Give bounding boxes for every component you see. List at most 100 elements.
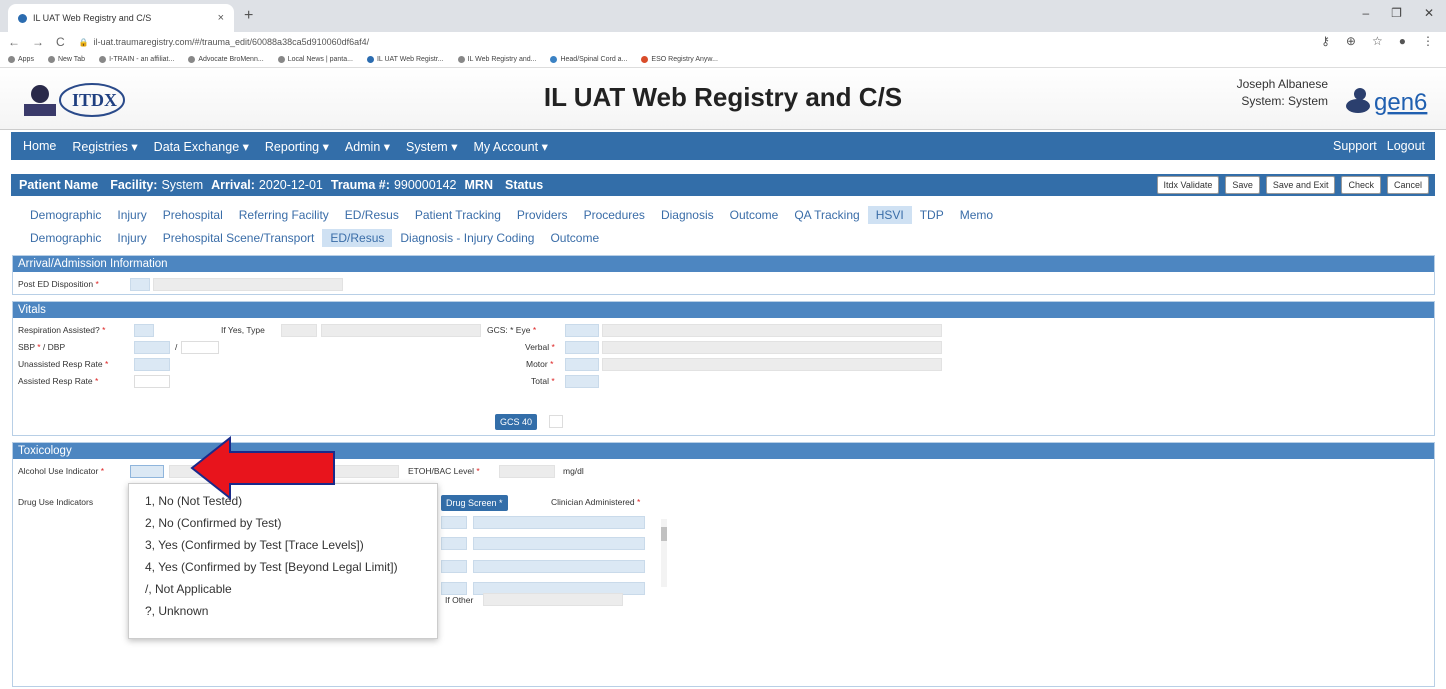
subtab-prehospital-scene[interactable]: Prehospital Scene/Transport — [155, 229, 323, 247]
etoh-bac-input[interactable] — [499, 465, 555, 478]
minimize-icon[interactable]: – — [1362, 6, 1369, 20]
if-yes-type-label: If Yes, Type — [221, 325, 265, 335]
tab-patient-tracking[interactable]: Patient Tracking — [407, 206, 509, 224]
new-tab-button[interactable]: + — [244, 7, 253, 25]
maximize-icon[interactable]: ❐ — [1391, 6, 1402, 20]
nav-my-account[interactable]: My Account ▾ — [465, 139, 555, 154]
address-bar[interactable]: 🔒 il-uat.traumaregistry.com/#/trauma_edi… — [79, 37, 369, 47]
save-button[interactable]: Save — [1225, 176, 1260, 194]
gcs-verbal-input[interactable] — [565, 341, 599, 354]
bookmark-item[interactable]: IL UAT Web Registr... — [366, 56, 444, 63]
tab-outcome[interactable]: Outcome — [722, 206, 787, 224]
itdx-validate-button[interactable]: Itdx Validate — [1156, 176, 1220, 194]
bookmark-item[interactable]: Head/Spinal Cord a... — [550, 56, 627, 63]
app-title: IL UAT Web Registry and C/S — [543, 82, 903, 112]
gcs-total-input[interactable] — [565, 375, 599, 388]
tab-procedures[interactable]: Procedures — [576, 206, 653, 224]
tab-diagnosis[interactable]: Diagnosis — [653, 206, 722, 224]
nav-system[interactable]: System ▾ — [398, 139, 465, 154]
subtab-diagnosis-injury-coding[interactable]: Diagnosis - Injury Coding — [392, 229, 542, 247]
sbp-dbp-label: SBP * / DBP — [18, 342, 66, 352]
dropdown-option[interactable]: 2, No (Confirmed by Test) — [129, 512, 437, 534]
subtab-demographic[interactable]: Demographic — [22, 229, 109, 247]
star-icon[interactable]: ☆ — [1372, 34, 1383, 48]
subtab-outcome[interactable]: Outcome — [542, 229, 607, 247]
bookmark-item[interactable]: IL Web Registry and... — [457, 56, 536, 63]
gcs40-button[interactable]: GCS 40 — [495, 414, 538, 430]
resp-assisted-label: Respiration Assisted? * — [18, 325, 106, 335]
slash-label: / — [175, 342, 178, 352]
zoom-icon[interactable]: ⊕ — [1346, 34, 1356, 48]
gcs-motor-input[interactable] — [565, 358, 599, 371]
main-navbar: Home Registries ▾ Data Exchange ▾ Report… — [11, 132, 1435, 160]
app-header: ITDX IL UAT Web Registry and C/S Joseph … — [0, 68, 1446, 130]
dropdown-option[interactable]: 4, Yes (Confirmed by Test [Beyond Legal … — [129, 556, 437, 578]
bookmark-apps[interactable]: Apps — [8, 56, 34, 63]
forward-icon[interactable]: → — [32, 35, 44, 49]
globe-icon — [47, 56, 55, 63]
gcs-eye-input[interactable] — [565, 324, 599, 337]
unassisted-resp-input[interactable] — [134, 358, 170, 371]
clinician-administered-label: Clinician Administered * — [551, 497, 641, 507]
tab-providers[interactable]: Providers — [509, 206, 576, 224]
nav-data-exchange[interactable]: Data Exchange ▾ — [146, 139, 257, 154]
dropdown-option[interactable]: ?, Unknown — [129, 600, 437, 622]
nav-home[interactable]: Home — [11, 139, 64, 153]
alcohol-use-input[interactable] — [130, 465, 164, 478]
drug-screen-code-input[interactable] — [441, 560, 467, 573]
assisted-resp-input[interactable] — [134, 375, 170, 388]
subtab-ed-resus[interactable]: ED/Resus — [322, 229, 393, 247]
trauma-value: 990000142 — [393, 178, 457, 192]
tab-ed-resus[interactable]: ED/Resus — [337, 206, 407, 224]
tab-referring-facility[interactable]: Referring Facility — [231, 206, 337, 224]
bookmark-item[interactable]: Local News | panta... — [277, 56, 353, 63]
tab-prehospital[interactable]: Prehospital — [155, 206, 231, 224]
globe-icon — [188, 56, 196, 63]
reload-icon[interactable]: C — [56, 35, 65, 49]
close-tab-icon[interactable]: × — [218, 12, 224, 24]
globe-icon — [99, 56, 107, 63]
drug-screen-code-input[interactable] — [441, 516, 467, 529]
drug-screen-code-input[interactable] — [441, 582, 467, 595]
bookmark-item[interactable]: New Tab — [47, 56, 85, 63]
bookmark-item[interactable]: Advocate BroMenn... — [188, 56, 264, 63]
cancel-button[interactable]: Cancel — [1386, 176, 1429, 194]
resp-type-code-field — [281, 324, 317, 337]
sbp-input[interactable] — [134, 341, 170, 354]
save-and-exit-button[interactable]: Save and Exit — [1265, 176, 1336, 194]
tab-injury[interactable]: Injury — [109, 206, 154, 224]
menu-icon[interactable]: ⋮ — [1422, 34, 1434, 48]
tab-tdp[interactable]: TDP — [912, 206, 952, 224]
bookmark-item[interactable]: I-TRAIN - an affiliat... — [99, 56, 174, 63]
tab-demographic[interactable]: Demographic — [22, 206, 109, 224]
drug-screen-button[interactable]: Drug Screen * — [441, 495, 508, 511]
nav-logout[interactable]: Logout — [1387, 139, 1425, 153]
patient-name-label: Patient Name — [19, 178, 99, 192]
arrival-section: Arrival/Admission Information Post ED Di… — [12, 255, 1435, 295]
scrollbar-thumb[interactable] — [661, 527, 667, 541]
back-icon[interactable]: ← — [8, 35, 20, 49]
if-other-input[interactable] — [483, 593, 623, 606]
bookmark-item[interactable]: ESO Registry Anyw... — [641, 56, 718, 63]
tab-memo[interactable]: Memo — [952, 206, 1001, 224]
nav-registries[interactable]: Registries ▾ — [64, 139, 145, 154]
gcs-verbal-description-field — [602, 341, 942, 354]
nav-support[interactable]: Support — [1333, 139, 1377, 153]
subtab-injury[interactable]: Injury — [109, 229, 154, 247]
key-icon[interactable]: ⚷ — [1321, 34, 1330, 48]
nav-admin[interactable]: Admin ▾ — [337, 139, 398, 154]
tab-hsvi[interactable]: HSVI — [867, 206, 912, 224]
resp-assisted-input[interactable] — [134, 324, 154, 337]
drug-screen-code-input[interactable] — [441, 537, 467, 550]
close-window-icon[interactable]: ✕ — [1424, 6, 1434, 20]
dropdown-option[interactable]: 3, Yes (Confirmed by Test [Trace Levels]… — [129, 534, 437, 556]
browser-tab[interactable]: IL UAT Web Registry and C/S × — [8, 4, 234, 32]
gcs40-field[interactable] — [549, 415, 563, 428]
nav-reporting[interactable]: Reporting ▾ — [257, 139, 337, 154]
check-button[interactable]: Check — [1341, 176, 1381, 194]
tab-qa-tracking[interactable]: QA Tracking — [786, 206, 867, 224]
dbp-input[interactable] — [181, 341, 219, 354]
profile-icon[interactable]: ● — [1399, 34, 1406, 48]
dropdown-option[interactable]: /, Not Applicable — [129, 578, 437, 600]
post-ed-code-input[interactable] — [130, 278, 150, 291]
